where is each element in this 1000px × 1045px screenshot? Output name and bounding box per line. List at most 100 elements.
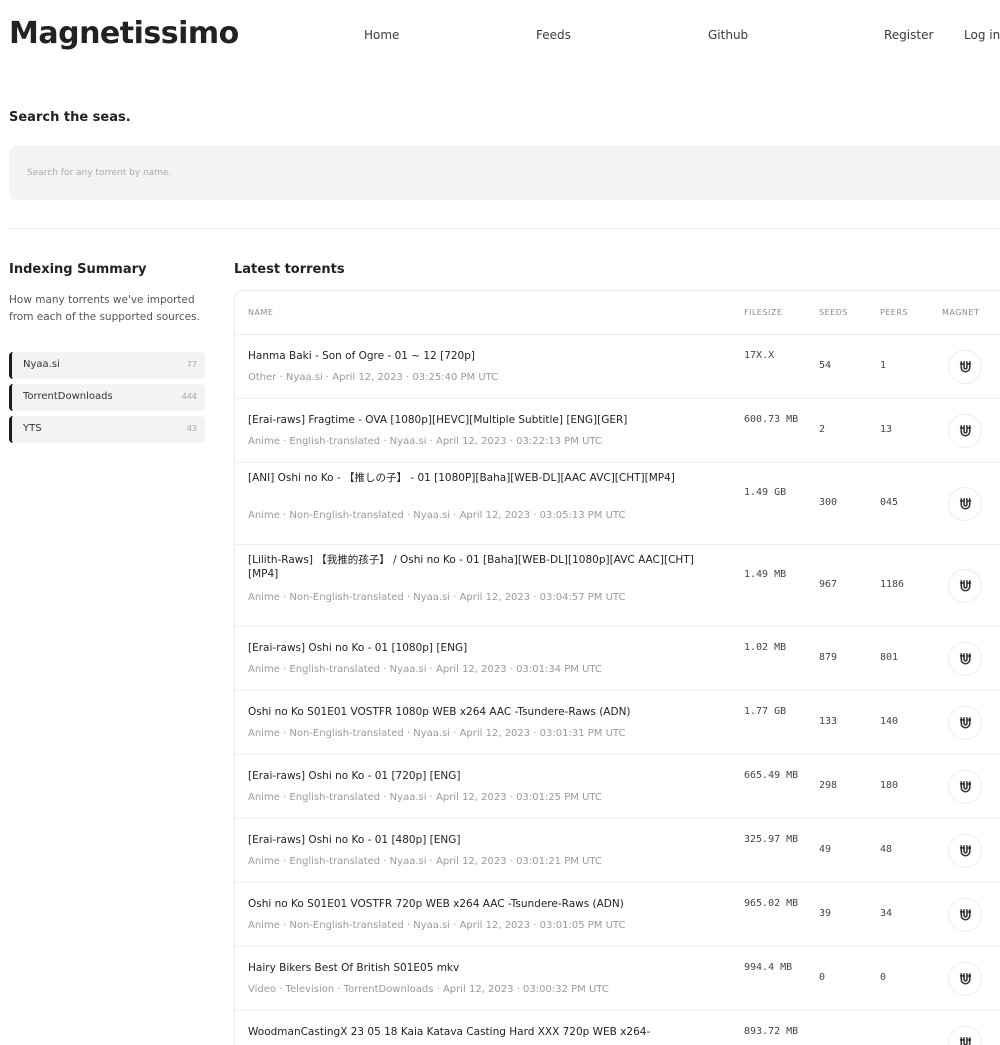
magnet-icon (957, 1035, 974, 1045)
nav-feeds-link[interactable]: Feeds (536, 28, 571, 42)
magnet-link-button[interactable] (948, 962, 982, 996)
magnet-icon (957, 971, 974, 988)
magnet-link-button[interactable] (948, 1026, 982, 1045)
table-header: NAME FILESIZE SEEDS PEERS MAGNET (235, 291, 1000, 335)
search-heading: Search the seas. (9, 110, 131, 125)
torrent-peers: 045 (880, 497, 899, 508)
torrent-filesize: 1.02 MB (744, 642, 787, 653)
torrent-name[interactable]: [ANI] Oshi no Ko - 【推しの子】 - 01 [1080P][B… (248, 471, 708, 485)
torrent-seeds: 967 (819, 579, 838, 590)
torrent-peers: 801 (880, 652, 899, 663)
torrent-name[interactable]: Hairy Bikers Best Of British S01E05 mkv (248, 961, 708, 975)
magnet-icon (957, 423, 974, 440)
torrent-name[interactable]: Oshi no Ko S01E01 VOSTFR 720p WEB x264 A… (248, 897, 708, 911)
torrent-name[interactable]: [Lilith-Raws] 【我推的孩子】 / Oshi no Ko - 01 … (248, 553, 708, 581)
torrent-name[interactable]: [Erai-raws] Oshi no Ko - 01 [480p] [ENG] (248, 833, 708, 847)
torrent-seeds: 49 (819, 844, 832, 855)
source-item-torrentdownloads[interactable]: TorrentDownloads 444 (9, 384, 205, 411)
latest-torrents-title: Latest torrents (234, 262, 345, 277)
torrent-row[interactable]: [Erai-raws] Fragtime - OVA [1080p][HEVC]… (235, 399, 1000, 463)
magnet-icon (957, 651, 974, 668)
magnet-icon (957, 578, 974, 595)
site-logo[interactable]: Magnetissimo (9, 16, 239, 51)
torrent-filesize: 1.49 MB (744, 569, 787, 580)
torrent-name[interactable]: [Erai-raws] Oshi no Ko - 01 [720p] [ENG] (248, 769, 708, 783)
torrent-meta: Anime · English-translated · Nyaa.si · A… (248, 856, 602, 867)
torrent-meta: Video · Television · TorrentDownloads · … (248, 984, 609, 995)
magnet-link-button[interactable] (948, 770, 982, 804)
magnet-link-button[interactable] (948, 350, 982, 384)
table-body: Hanma Baki - Son of Ogre - 01 ~ 12 [720p… (235, 335, 1000, 1045)
source-count: 444 (181, 392, 197, 401)
torrent-row[interactable]: [Erai-raws] Oshi no Ko - 01 [720p] [ENG]… (235, 755, 1000, 819)
torrent-seeds: 54 (819, 360, 832, 371)
torrent-seeds: 39 (819, 908, 832, 919)
page: Magnetissimo Home Feeds Github Register … (0, 0, 1000, 1045)
torrent-name[interactable]: Oshi no Ko S01E01 VOSTFR 1080p WEB x264 … (248, 705, 708, 719)
site-header: Magnetissimo Home Feeds Github Register … (0, 0, 1000, 72)
torrent-meta: Other · Nyaa.si · April 12, 2023 · 03:25… (248, 372, 499, 383)
magnet-link-button[interactable] (948, 898, 982, 932)
torrent-row[interactable]: [Erai-raws] Oshi no Ko - 01 [1080p] [ENG… (235, 627, 1000, 691)
torrent-row[interactable]: WoodmanCastingX 23 05 18 Kaia Katava Cas… (235, 1011, 1000, 1045)
search-input[interactable] (9, 146, 1000, 200)
section-divider (9, 228, 1000, 229)
magnet-link-button[interactable] (948, 706, 982, 740)
torrent-meta: Anime · English-translated · Nyaa.si · A… (248, 436, 602, 447)
torrent-peers: 34 (880, 908, 893, 919)
source-name: Nyaa.si (23, 359, 60, 370)
torrent-row[interactable]: Oshi no Ko S01E01 VOSTFR 720p WEB x264 A… (235, 883, 1000, 947)
magnet-icon (957, 715, 974, 732)
search-box (9, 146, 1000, 200)
torrent-row[interactable]: Oshi no Ko S01E01 VOSTFR 1080p WEB x264 … (235, 691, 1000, 755)
torrent-row[interactable]: Hanma Baki - Son of Ogre - 01 ~ 12 [720p… (235, 335, 1000, 399)
torrent-name[interactable]: WoodmanCastingX 23 05 18 Kaia Katava Cas… (248, 1025, 708, 1039)
torrent-filesize: 965.02 MB (744, 898, 799, 909)
magnet-link-button[interactable] (948, 414, 982, 448)
torrent-seeds: 298 (819, 780, 838, 791)
torrent-filesize: 1.49 GB (744, 487, 787, 498)
column-header-seeds: SEEDS (819, 308, 848, 317)
torrent-meta: Anime · Non-English-translated · Nyaa.si… (248, 592, 626, 603)
torrent-row[interactable]: [Lilith-Raws] 【我推的孩子】 / Oshi no Ko - 01 … (235, 545, 1000, 627)
indexing-summary-description: How many torrents we've imported from ea… (9, 294, 200, 323)
torrent-row[interactable]: [ANI] Oshi no Ko - 【推しの子】 - 01 [1080P][B… (235, 463, 1000, 545)
torrent-name[interactable]: Hanma Baki - Son of Ogre - 01 ~ 12 [720p… (248, 349, 708, 363)
source-item-nyaa[interactable]: Nyaa.si 77 (9, 352, 205, 379)
nav-login-link[interactable]: Log in (964, 28, 1000, 42)
torrent-filesize: 600.73 MB (744, 414, 799, 425)
torrent-row[interactable]: [Erai-raws] Oshi no Ko - 01 [480p] [ENG]… (235, 819, 1000, 883)
torrent-meta: Anime · Non-English-translated · Nyaa.si… (248, 510, 626, 521)
magnet-icon (957, 359, 974, 376)
column-header-filesize: FILESIZE (744, 308, 783, 317)
source-count: 77 (186, 360, 197, 369)
torrent-seeds: 0 (819, 972, 826, 983)
magnet-link-button[interactable] (948, 834, 982, 868)
torrent-filesize: 994.4 MB (744, 962, 793, 973)
magnet-link-button[interactable] (948, 642, 982, 676)
torrent-name[interactable]: [Erai-raws] Fragtime - OVA [1080p][HEVC]… (248, 413, 708, 427)
source-item-yts[interactable]: YTS 43 (9, 416, 205, 443)
torrents-table: NAME FILESIZE SEEDS PEERS MAGNET Hanma B… (234, 290, 1000, 1045)
magnet-icon (957, 907, 974, 924)
source-name: YTS (23, 423, 42, 434)
magnet-icon (957, 843, 974, 860)
torrent-name[interactable]: [Erai-raws] Oshi no Ko - 01 [1080p] [ENG… (248, 641, 708, 655)
magnet-link-button[interactable] (948, 487, 982, 521)
torrent-filesize: 1.77 GB (744, 706, 787, 717)
source-name: TorrentDownloads (23, 391, 113, 402)
torrent-peers: 1 (880, 360, 887, 371)
nav-github-link[interactable]: Github (708, 28, 748, 42)
torrent-peers: 0 (880, 972, 887, 983)
torrent-peers: 140 (880, 716, 899, 727)
nav-home-link[interactable]: Home (364, 28, 399, 42)
column-header-peers: PEERS (880, 308, 909, 317)
nav-register-link[interactable]: Register (884, 28, 933, 42)
torrent-row[interactable]: Hairy Bikers Best Of British S01E05 mkv V… (235, 947, 1000, 1011)
magnet-link-button[interactable] (948, 569, 982, 603)
magnet-icon (957, 779, 974, 796)
torrent-peers: 180 (880, 780, 899, 791)
indexing-summary-title: Indexing Summary (9, 262, 147, 277)
magnet-icon (957, 496, 974, 513)
torrent-meta: Anime · English-translated · Nyaa.si · A… (248, 664, 602, 675)
